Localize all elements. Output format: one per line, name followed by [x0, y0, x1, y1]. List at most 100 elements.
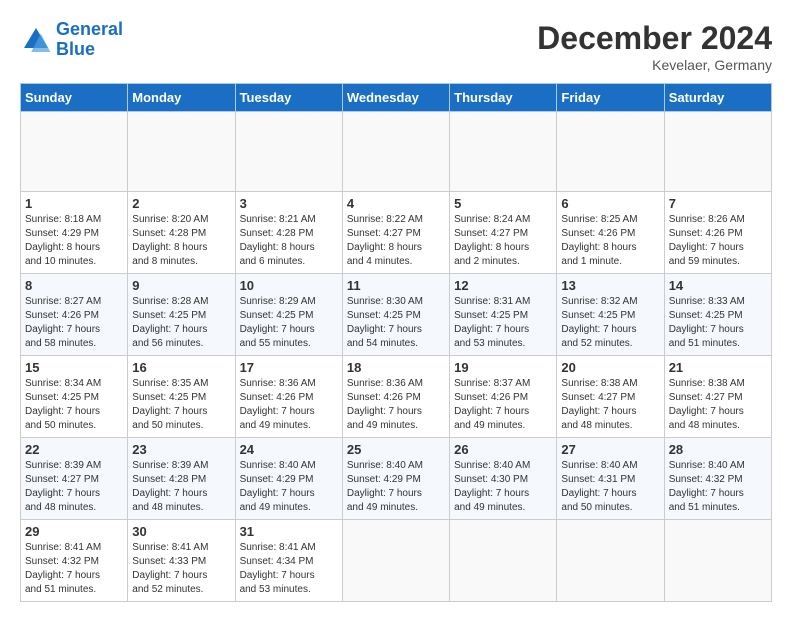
- cell-content: Sunrise: 8:27 AM Sunset: 4:26 PM Dayligh…: [25, 295, 123, 351]
- cell-content: Sunrise: 8:21 AM Sunset: 4:28 PM Dayligh…: [240, 213, 338, 269]
- calendar-cell: 19 Sunrise: 8:37 AM Sunset: 4:26 PM Dayli…: [450, 356, 557, 438]
- header-row: SundayMondayTuesdayWednesdayThursdayFrid…: [21, 84, 772, 112]
- calendar-cell: 16Sunrise: 8:35 AM Sunset: 4:25 PM Dayli…: [128, 356, 235, 438]
- calendar-cell: 7 Sunrise: 8:26 AM Sunset: 4:26 PM Daylig…: [664, 192, 771, 274]
- day-number: 7: [669, 196, 767, 211]
- calendar-cell: 26 Sunrise: 8:40 AM Sunset: 4:30 PM Dayli…: [450, 438, 557, 520]
- cell-content: Sunrise: 8:32 AM Sunset: 4:25 PM Dayligh…: [561, 295, 659, 351]
- cell-content: Sunrise: 8:30 AM Sunset: 4:25 PM Dayligh…: [347, 295, 445, 351]
- cell-content: Sunrise: 8:18 AM Sunset: 4:29 PM Dayligh…: [25, 213, 123, 269]
- cell-content: Sunrise: 8:41 AM Sunset: 4:34 PM Dayligh…: [240, 541, 338, 597]
- cell-content: Sunrise: 8:31 AM Sunset: 4:25 PM Dayligh…: [454, 295, 552, 351]
- cell-content: Sunrise: 8:24 AM Sunset: 4:27 PM Dayligh…: [454, 213, 552, 269]
- day-number: 24: [240, 442, 338, 457]
- column-header-tuesday: Tuesday: [235, 84, 342, 112]
- calendar-cell: 6Sunrise: 8:25 AM Sunset: 4:26 PM Daylig…: [557, 192, 664, 274]
- calendar-cell: 5 Sunrise: 8:24 AM Sunset: 4:27 PM Daylig…: [450, 192, 557, 274]
- calendar-cell: 28Sunrise: 8:40 AM Sunset: 4:32 PM Dayli…: [664, 438, 771, 520]
- cell-content: Sunrise: 8:26 AM Sunset: 4:26 PM Dayligh…: [669, 213, 767, 269]
- cell-content: Sunrise: 8:34 AM Sunset: 4:25 PM Dayligh…: [25, 377, 123, 433]
- logo-line1: General: [56, 19, 123, 39]
- calendar-cell: 14Sunrise: 8:33 AM Sunset: 4:25 PM Dayli…: [664, 274, 771, 356]
- column-header-thursday: Thursday: [450, 84, 557, 112]
- calendar-cell: 13 Sunrise: 8:32 AM Sunset: 4:25 PM Dayli…: [557, 274, 664, 356]
- day-number: 13: [561, 278, 659, 293]
- week-row-1: [21, 112, 772, 192]
- calendar-cell: 17Sunrise: 8:36 AM Sunset: 4:26 PM Dayli…: [235, 356, 342, 438]
- calendar-cell: 4 Sunrise: 8:22 AM Sunset: 4:27 PM Daylig…: [342, 192, 449, 274]
- cell-content: Sunrise: 8:38 AM Sunset: 4:27 PM Dayligh…: [561, 377, 659, 433]
- calendar-cell: [450, 520, 557, 602]
- day-number: 10: [240, 278, 338, 293]
- calendar-cell: [557, 520, 664, 602]
- day-number: 25: [347, 442, 445, 457]
- day-number: 26: [454, 442, 552, 457]
- day-number: 8: [25, 278, 123, 293]
- column-header-saturday: Saturday: [664, 84, 771, 112]
- day-number: 20: [561, 360, 659, 375]
- cell-content: Sunrise: 8:38 AM Sunset: 4:27 PM Dayligh…: [669, 377, 767, 433]
- day-number: 23: [132, 442, 230, 457]
- day-number: 19: [454, 360, 552, 375]
- cell-content: Sunrise: 8:20 AM Sunset: 4:28 PM Dayligh…: [132, 213, 230, 269]
- month-title: December 2024: [537, 20, 772, 57]
- week-row-3: 8 Sunrise: 8:27 AM Sunset: 4:26 PM Daylig…: [21, 274, 772, 356]
- calendar-cell: 23 Sunrise: 8:39 AM Sunset: 4:28 PM Dayli…: [128, 438, 235, 520]
- day-number: 30: [132, 524, 230, 539]
- calendar-cell: [664, 520, 771, 602]
- column-header-wednesday: Wednesday: [342, 84, 449, 112]
- cell-content: Sunrise: 8:40 AM Sunset: 4:32 PM Dayligh…: [669, 459, 767, 515]
- calendar-cell: 25 Sunrise: 8:40 AM Sunset: 4:29 PM Dayli…: [342, 438, 449, 520]
- day-number: 9: [132, 278, 230, 293]
- location-subtitle: Kevelaer, Germany: [537, 57, 772, 73]
- day-number: 12: [454, 278, 552, 293]
- day-number: 14: [669, 278, 767, 293]
- column-header-monday: Monday: [128, 84, 235, 112]
- calendar-cell: 3 Sunrise: 8:21 AM Sunset: 4:28 PM Daylig…: [235, 192, 342, 274]
- calendar-cell: 12 Sunrise: 8:31 AM Sunset: 4:25 PM Dayli…: [450, 274, 557, 356]
- day-number: 27: [561, 442, 659, 457]
- cell-content: Sunrise: 8:40 AM Sunset: 4:30 PM Dayligh…: [454, 459, 552, 515]
- calendar-cell: 30Sunrise: 8:41 AM Sunset: 4:33 PM Dayli…: [128, 520, 235, 602]
- logo: General Blue: [20, 20, 123, 60]
- cell-content: Sunrise: 8:39 AM Sunset: 4:28 PM Dayligh…: [132, 459, 230, 515]
- week-row-5: 22Sunrise: 8:39 AM Sunset: 4:27 PM Dayli…: [21, 438, 772, 520]
- cell-content: Sunrise: 8:29 AM Sunset: 4:25 PM Dayligh…: [240, 295, 338, 351]
- cell-content: Sunrise: 8:39 AM Sunset: 4:27 PM Dayligh…: [25, 459, 123, 515]
- week-row-6: 29Sunrise: 8:41 AM Sunset: 4:32 PM Dayli…: [21, 520, 772, 602]
- cell-content: Sunrise: 8:22 AM Sunset: 4:27 PM Dayligh…: [347, 213, 445, 269]
- calendar-cell: 29Sunrise: 8:41 AM Sunset: 4:32 PM Dayli…: [21, 520, 128, 602]
- calendar-cell: 20 Sunrise: 8:38 AM Sunset: 4:27 PM Dayli…: [557, 356, 664, 438]
- week-row-4: 15 Sunrise: 8:34 AM Sunset: 4:25 PM Dayli…: [21, 356, 772, 438]
- calendar-cell: [557, 112, 664, 192]
- calendar-cell: [235, 112, 342, 192]
- calendar-cell: 27 Sunrise: 8:40 AM Sunset: 4:31 PM Dayli…: [557, 438, 664, 520]
- calendar-table: SundayMondayTuesdayWednesdayThursdayFrid…: [20, 83, 772, 602]
- calendar-cell: 2 Sunrise: 8:20 AM Sunset: 4:28 PM Daylig…: [128, 192, 235, 274]
- logo-icon: [20, 24, 52, 56]
- cell-content: Sunrise: 8:40 AM Sunset: 4:29 PM Dayligh…: [347, 459, 445, 515]
- day-number: 2: [132, 196, 230, 211]
- cell-content: Sunrise: 8:40 AM Sunset: 4:31 PM Dayligh…: [561, 459, 659, 515]
- day-number: 3: [240, 196, 338, 211]
- day-number: 11: [347, 278, 445, 293]
- cell-content: Sunrise: 8:35 AM Sunset: 4:25 PM Dayligh…: [132, 377, 230, 433]
- cell-content: Sunrise: 8:28 AM Sunset: 4:25 PM Dayligh…: [132, 295, 230, 351]
- column-header-friday: Friday: [557, 84, 664, 112]
- cell-content: Sunrise: 8:36 AM Sunset: 4:26 PM Dayligh…: [240, 377, 338, 433]
- calendar-cell: 9 Sunrise: 8:28 AM Sunset: 4:25 PM Daylig…: [128, 274, 235, 356]
- day-number: 4: [347, 196, 445, 211]
- logo-line2: Blue: [56, 39, 95, 59]
- cell-content: Sunrise: 8:37 AM Sunset: 4:26 PM Dayligh…: [454, 377, 552, 433]
- column-header-sunday: Sunday: [21, 84, 128, 112]
- calendar-cell: 10 Sunrise: 8:29 AM Sunset: 4:25 PM Dayli…: [235, 274, 342, 356]
- day-number: 5: [454, 196, 552, 211]
- logo-text: General Blue: [56, 20, 123, 60]
- calendar-cell: 18Sunrise: 8:36 AM Sunset: 4:26 PM Dayli…: [342, 356, 449, 438]
- day-number: 15: [25, 360, 123, 375]
- calendar-cell: [342, 112, 449, 192]
- title-area: December 2024 Kevelaer, Germany: [537, 20, 772, 73]
- cell-content: Sunrise: 8:40 AM Sunset: 4:29 PM Dayligh…: [240, 459, 338, 515]
- calendar-cell: 11 Sunrise: 8:30 AM Sunset: 4:25 PM Dayli…: [342, 274, 449, 356]
- calendar-cell: 8 Sunrise: 8:27 AM Sunset: 4:26 PM Daylig…: [21, 274, 128, 356]
